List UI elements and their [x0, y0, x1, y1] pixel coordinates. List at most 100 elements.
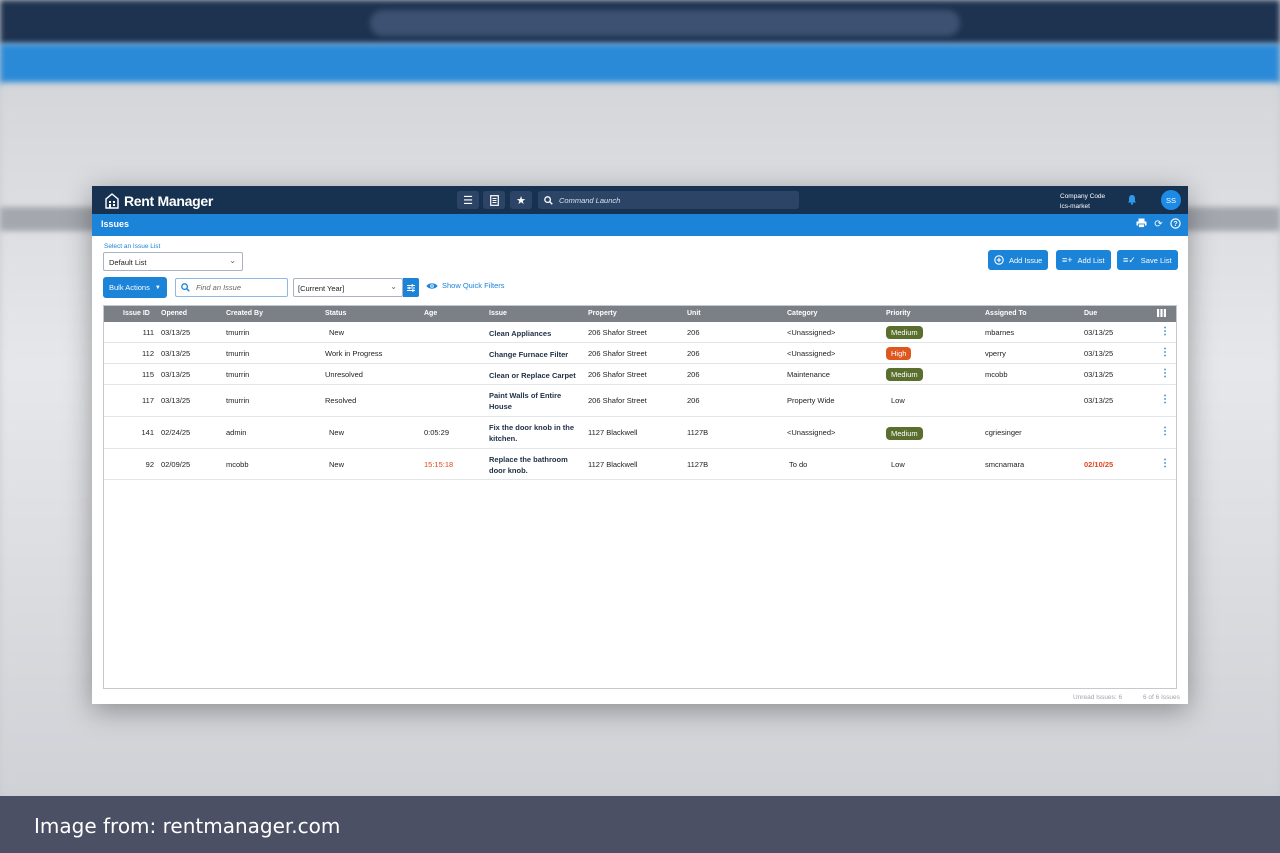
- bulk-actions-button[interactable]: Bulk Actions ▼: [103, 277, 167, 298]
- table-row[interactable]: 115 03/13/25 tmurrin Unresolved Clean or Rep…: [104, 364, 1176, 385]
- print-icon[interactable]: [1135, 218, 1148, 231]
- table-row[interactable]: 141 02/24/25 admin New 0:05:29 Fix the door k…: [104, 417, 1176, 449]
- chevron-down-icon: ⌄: [229, 256, 236, 265]
- add-list-button[interactable]: ≡+ Add List: [1056, 250, 1111, 270]
- add-list-icon: ≡+: [1062, 255, 1073, 265]
- priority: Medium: [886, 326, 923, 339]
- add-issue-button[interactable]: Add Issue: [988, 250, 1049, 270]
- column-header[interactable]: Category: [787, 310, 817, 317]
- search-icon: [544, 195, 553, 205]
- table-row[interactable]: 112 03/13/25 tmurrin Work in Progress Change…: [104, 343, 1176, 364]
- priority: High: [886, 347, 912, 360]
- find-issue-placeholder: Find an Issue: [196, 283, 242, 292]
- due-date: 03/13/25: [1084, 327, 1114, 337]
- year-filter-select[interactable]: [Current Year] ⌄: [293, 278, 403, 297]
- column-header[interactable]: Issue ID: [123, 310, 150, 317]
- top-navigation-bar: Rent Manager ☰ ★ Command Launch Company …: [92, 186, 1188, 214]
- command-launch-placeholder: Command Launch: [559, 195, 621, 205]
- issue-title[interactable]: Fix the door knob in the kitchen.: [489, 422, 581, 444]
- issue-title[interactable]: Paint Walls of Entire House: [489, 390, 581, 412]
- issue-id: 111: [142, 327, 154, 337]
- issue-title[interactable]: Replace the bathroom door knob.: [489, 454, 581, 476]
- company-info: Company Code lcs-market: [1060, 192, 1105, 212]
- issue-list-select[interactable]: Default List ⌄: [103, 252, 243, 271]
- status: New: [329, 428, 345, 437]
- issue-title[interactable]: Clean Appliances: [489, 328, 581, 339]
- row-actions-kebab-icon[interactable]: ⋮: [1160, 426, 1170, 437]
- page-title-bar: Issues ⟳ ?: [92, 214, 1188, 236]
- status: New: [329, 327, 345, 337]
- status: Resolved: [325, 396, 357, 405]
- row-actions-kebab-icon[interactable]: ⋮: [1160, 347, 1170, 358]
- row-actions-kebab-icon[interactable]: ⋮: [1160, 326, 1170, 337]
- property: 206 Shafor Street: [588, 348, 647, 358]
- row-actions-kebab-icon[interactable]: ⋮: [1160, 458, 1170, 469]
- favorites-button[interactable]: ★: [510, 191, 532, 209]
- column-header[interactable]: Assigned To: [985, 310, 1026, 317]
- due-date: 03/13/25: [1084, 396, 1114, 405]
- quick-filters-label: Show Quick Filters: [442, 281, 505, 290]
- save-list-icon: ≡✓: [1123, 254, 1136, 265]
- category: Property Wide: [787, 396, 835, 405]
- assigned-to: mbarnes: [985, 327, 1015, 337]
- column-header[interactable]: Age: [424, 310, 437, 317]
- row-actions-kebab-icon[interactable]: ⋮: [1160, 394, 1170, 405]
- command-launch-input[interactable]: Command Launch: [538, 191, 799, 209]
- add-issue-label: Add Issue: [1009, 255, 1043, 265]
- opened-date: 02/09/25: [161, 459, 191, 469]
- age: 0:05:29: [424, 428, 450, 437]
- menu-button[interactable]: ☰: [457, 191, 479, 209]
- opened-date: 03/13/25: [161, 369, 191, 379]
- status: Work in Progress: [325, 348, 383, 358]
- column-chooser-icon[interactable]: [1157, 309, 1166, 319]
- issue-id: 92: [145, 459, 154, 469]
- brand-logo[interactable]: Rent Manager: [104, 192, 213, 209]
- filter-settings-button[interactable]: [403, 278, 419, 297]
- column-header[interactable]: Created By: [226, 310, 263, 317]
- category: <Unassigned>: [787, 348, 836, 358]
- issue-id: 117: [142, 396, 154, 405]
- opened-date: 03/13/25: [161, 396, 191, 405]
- show-quick-filters-link[interactable]: Show Quick Filters: [426, 281, 505, 290]
- column-header[interactable]: Status: [325, 310, 346, 317]
- star-icon: ★: [516, 194, 526, 207]
- unit: 206: [687, 396, 700, 405]
- column-header[interactable]: Due: [1084, 310, 1097, 317]
- add-list-label: Add List: [1077, 255, 1105, 265]
- table-row[interactable]: 111 03/13/25 tmurrin New Clean Appliances 206…: [104, 322, 1176, 343]
- column-header[interactable]: Property: [588, 310, 617, 317]
- search-icon: [181, 283, 190, 292]
- issue-id: 112: [142, 348, 154, 358]
- created-by: mcobb: [226, 459, 249, 469]
- priority: Medium: [886, 368, 923, 381]
- status: New: [329, 459, 345, 469]
- year-filter-value: [Current Year]: [298, 284, 345, 293]
- save-list-button[interactable]: ≡✓ Save List: [1117, 250, 1178, 270]
- unit: 206: [687, 327, 700, 337]
- find-issue-input[interactable]: Find an Issue: [175, 278, 288, 297]
- created-by: tmurrin: [226, 327, 250, 337]
- user-avatar[interactable]: SS: [1161, 190, 1181, 210]
- column-header[interactable]: Unit: [687, 310, 701, 317]
- row-actions-kebab-icon[interactable]: ⋮: [1160, 368, 1170, 379]
- notifications-bell-icon[interactable]: [1127, 194, 1137, 208]
- company-code-value: lcs-market: [1060, 203, 1090, 210]
- table-row[interactable]: 92 02/09/25 mcobb New 15:15:18 Replace the ba…: [104, 449, 1176, 480]
- chevron-down-icon: ⌄: [390, 282, 397, 291]
- issue-list-value: Default List: [109, 258, 147, 267]
- column-header[interactable]: Issue: [489, 310, 507, 317]
- help-icon[interactable]: ?: [1169, 218, 1182, 231]
- image-caption: Image from: rentmanager.com: [34, 814, 341, 838]
- column-header[interactable]: Opened: [161, 310, 187, 317]
- category: Maintenance: [787, 369, 830, 379]
- refresh-icon[interactable]: ⟳: [1152, 218, 1165, 231]
- issue-title[interactable]: Change Furnace Filter: [489, 349, 581, 360]
- documents-button[interactable]: [483, 191, 505, 209]
- unit: 1127B: [687, 459, 709, 469]
- age: 15:15:18: [424, 459, 454, 469]
- issue-title[interactable]: Clean or Replace Carpet: [489, 370, 581, 381]
- column-header[interactable]: Priority: [886, 310, 911, 317]
- table-header: Issue ID Opened Created By Status Age Issue Pr…: [104, 306, 1176, 322]
- property: 206 Shafor Street: [588, 369, 647, 379]
- table-row[interactable]: 117 03/13/25 tmurrin Resolved Paint Walls of…: [104, 385, 1176, 417]
